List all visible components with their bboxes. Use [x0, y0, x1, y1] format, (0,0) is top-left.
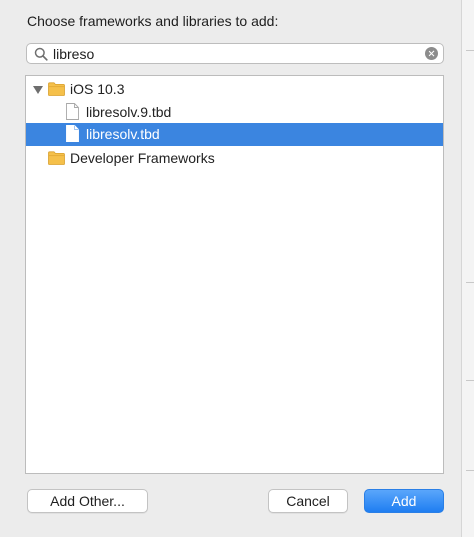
add-other-button[interactable]: Add Other... — [27, 489, 148, 513]
tree-item-ios-10-3[interactable]: iOS 10.3 — [26, 78, 443, 101]
tree-item-label: libresolv.9.tbd — [86, 104, 172, 120]
tree-item-label: Developer Frameworks — [70, 150, 215, 166]
search-icon — [34, 47, 48, 61]
background-divider — [466, 470, 474, 471]
framework-picker-sheet: Choose frameworks and libraries to add: … — [0, 0, 461, 537]
background-divider — [466, 380, 474, 381]
tree-item-label: libresolv.tbd — [86, 126, 160, 142]
background-window-edge — [461, 0, 474, 537]
add-button[interactable]: Add — [364, 489, 444, 513]
document-icon — [66, 103, 79, 120]
folder-icon — [48, 151, 65, 165]
tree-item-developer-frameworks[interactable]: Developer Frameworks — [26, 147, 443, 170]
cancel-button[interactable]: Cancel — [268, 489, 348, 513]
search-field[interactable] — [26, 43, 444, 64]
tree-item-libresolv-9-tbd[interactable]: libresolv.9.tbd — [26, 101, 443, 124]
disclosure-triangle-icon[interactable] — [33, 86, 43, 94]
framework-list[interactable]: iOS 10.3 libresolv.9.tbd libresolv.tbd D… — [25, 75, 444, 474]
background-divider — [466, 50, 474, 51]
tree-item-libresolv-tbd[interactable]: libresolv.tbd — [26, 123, 443, 146]
dialog-title: Choose frameworks and libraries to add: — [27, 13, 279, 29]
folder-icon — [48, 82, 65, 96]
clear-search-icon[interactable] — [425, 47, 438, 60]
search-input[interactable] — [53, 45, 423, 63]
background-divider — [466, 282, 474, 283]
tree-item-label: iOS 10.3 — [70, 81, 125, 97]
document-icon — [66, 125, 79, 142]
